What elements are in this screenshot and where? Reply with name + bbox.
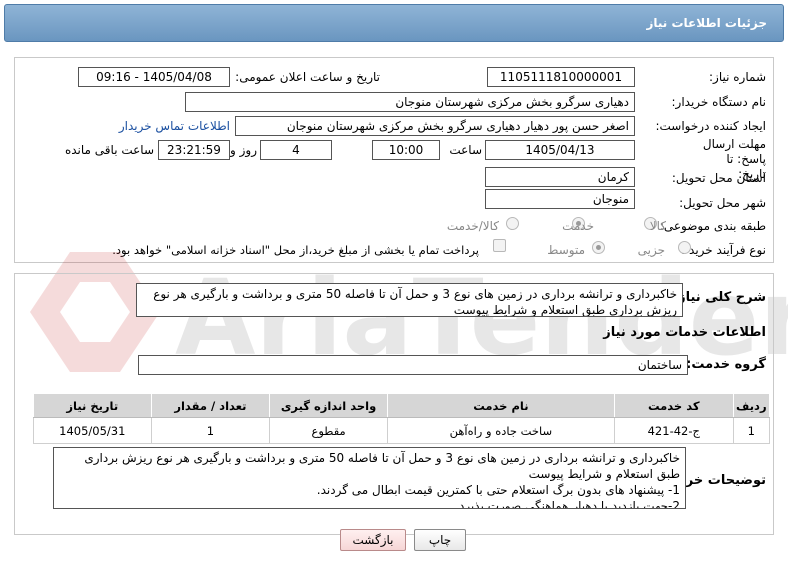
category-both-label: کالا/خدمت [446, 219, 499, 233]
deadline-date-field[interactable]: 1405/04/13 [485, 140, 635, 160]
col-row-header: ردیف [732, 393, 771, 418]
buyer-field[interactable]: دهیاری سرگرو بخش مرکزی شهرستان منوجان [185, 92, 635, 112]
process-medium-label: متوسط [547, 243, 585, 257]
province-label: استان محل تحویل: [671, 171, 766, 185]
category-both-radio[interactable] [506, 217, 519, 230]
services-table: ردیف کد خدمت نام خدمت واحد اندازه گیری ت… [33, 393, 771, 444]
buyer-notes-line-2: 1- پیشنهاد های بدون برگ استعلام حتی با ک… [316, 483, 680, 497]
buyer-notes-line-3: 2-جهت بازدید با دهیار هماهنگی صورت پذیرد… [455, 499, 680, 509]
cell-service-code: ج-42-421 [613, 417, 734, 444]
announce-field[interactable]: 1405/04/08 - 09:16 [78, 67, 230, 87]
cell-row-number: 1 [732, 417, 771, 444]
need-number-field[interactable]: 1105111810000001 [487, 67, 635, 87]
col-name-header: نام خدمت [386, 393, 615, 418]
service-group-field[interactable]: ساختمان [138, 355, 688, 375]
creator-label: ایجاد کننده درخواست: [655, 119, 766, 133]
col-unit-header: واحد اندازه گیری [269, 393, 388, 418]
creator-field[interactable]: اصغر حسن پور دهیار دهیاری سرگرو بخش مرکز… [235, 116, 635, 136]
description-label: شرح کلی نیاز: [672, 290, 766, 305]
buyer-label: نام دستگاه خریدار: [671, 95, 767, 109]
city-field[interactable]: منوجان [485, 189, 635, 209]
deadline-time-label: ساعت [449, 143, 482, 157]
process-medium-radio[interactable] [592, 241, 605, 254]
category-label: طبقه بندی موضوعی: [659, 219, 766, 233]
deadline-time-field[interactable]: 10:00 [372, 140, 440, 160]
col-qty-header: تعداد / مقدار [150, 393, 271, 418]
process-label: نوع فرآیند خرید : [681, 243, 766, 257]
cell-need-date: 1405/05/31 [33, 417, 152, 444]
services-title: اطلاعات خدمات مورد نیاز [603, 325, 766, 340]
category-goods-label: کالا [649, 219, 666, 233]
announce-label: تاریخ و ساعت اعلان عمومی: [235, 70, 380, 84]
days-label: روز و [230, 143, 257, 157]
days-field[interactable]: 4 [260, 140, 332, 160]
table-row: 1 ج-42-421 ساخت جاده و راه‌آهن مقطوع 1 1… [33, 417, 771, 444]
treasury-payment-checkbox[interactable] [493, 239, 506, 252]
table-header-row: ردیف کد خدمت نام خدمت واحد اندازه گیری ت… [33, 393, 771, 418]
print-button[interactable]: چاپ [414, 529, 466, 551]
cell-quantity: 1 [150, 417, 271, 444]
need-number-label: شماره نیاز: [709, 70, 766, 84]
province-field[interactable]: کرمان [485, 167, 635, 187]
buyer-notes-textarea[interactable]: خاکبرداری و ترانشه برداری در زمین های نو… [53, 447, 686, 509]
cell-service-name: ساخت جاده و راه‌آهن [386, 417, 615, 444]
category-service-label: خدمت [562, 219, 594, 233]
treasury-payment-note: پرداخت تمام یا بخشی از مبلغ خرید،از محل … [112, 243, 479, 257]
description-textarea[interactable]: خاکبرداری و ترانشه برداری در زمین های نو… [136, 283, 683, 317]
remaining-time-field[interactable]: 23:21:59 [158, 140, 230, 160]
page-title: جزئیات اطلاعات نیاز [646, 16, 767, 30]
col-code-header: کد خدمت [613, 393, 734, 418]
service-group-label: گروه خدمت: [686, 357, 766, 372]
process-minor-label: جزیی [637, 243, 665, 257]
process-minor-radio[interactable] [678, 241, 691, 254]
buyer-notes-line-1: خاکبرداری و ترانشه برداری در زمین های نو… [84, 451, 680, 481]
remaining-label: ساعت باقی مانده [64, 143, 154, 157]
contact-buyer-link[interactable]: اطلاعات تماس خریدار [119, 119, 230, 133]
back-button[interactable]: بازگشت [340, 529, 406, 551]
page-header: جزئیات اطلاعات نیاز [4, 4, 784, 42]
cell-unit: مقطوع [269, 417, 388, 444]
col-date-header: تاریخ نیاز [33, 393, 152, 418]
city-label: شهر محل تحویل: [679, 196, 766, 210]
